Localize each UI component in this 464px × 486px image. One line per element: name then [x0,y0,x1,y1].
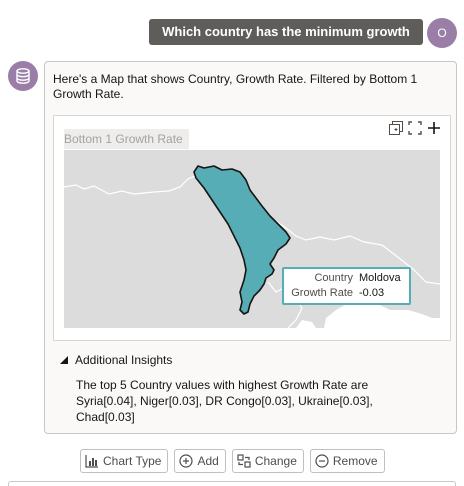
change-icon [237,454,251,468]
chart-type-icon [85,454,99,468]
add-label: Add [197,454,219,468]
tooltip-growth-value: -0.03 [359,287,385,299]
message-input-edge[interactable] [8,481,456,486]
remove-circle-icon [315,454,329,468]
remove-button[interactable]: Remove [309,449,385,473]
plus-icon[interactable] [426,120,442,136]
map-toolbar [388,120,442,136]
user-message: Which country has the minimum growth rat… [149,19,423,65]
change-label: Change [254,454,297,468]
insights-text: The top 5 Country values with highest Gr… [76,378,373,424]
chart-type-label: Chart Type [103,454,162,468]
map-visualization: Bottom 1 Growth Rate Country Moldova Gro… [53,115,451,341]
tooltip-country-value: Moldova [359,272,401,284]
tooltip-growth-row: Growth Rate -0.03 [284,286,409,301]
map-canvas[interactable]: Country Moldova Growth Rate -0.03 [64,150,440,328]
chat-window: Which country has the minimum growth rat… [0,0,464,486]
bot-response-card: Here's a Map that shows Country, Growth … [44,61,457,434]
user-avatar: O [427,18,457,48]
tooltip-country-label: Country [314,272,353,284]
tooltip-growth-label: Growth Rate [291,287,353,299]
caret-down-icon [60,356,68,364]
bot-avatar [8,61,38,91]
additional-insights-toggle[interactable]: Additional Insights [59,352,172,368]
tooltip-country-row: Country Moldova [284,271,409,286]
fullscreen-icon[interactable] [407,120,423,136]
add-button[interactable]: Add [174,449,226,473]
action-bar: Chart Type Add Change Remove [80,449,385,473]
chart-type-button[interactable]: Chart Type [80,449,169,473]
remove-label: Remove [332,454,378,468]
insights-heading: Additional Insights [75,353,173,367]
expand-collapse-icon[interactable] [388,120,404,136]
map-tooltip: Country Moldova Growth Rate -0.03 [282,267,411,305]
map-title: Bottom 1 Growth Rate [64,129,189,149]
change-button[interactable]: Change [231,449,304,473]
database-icon [16,68,30,84]
bot-response-text: Here's a Map that shows Country, Growth … [53,72,418,101]
add-circle-icon [179,454,194,468]
